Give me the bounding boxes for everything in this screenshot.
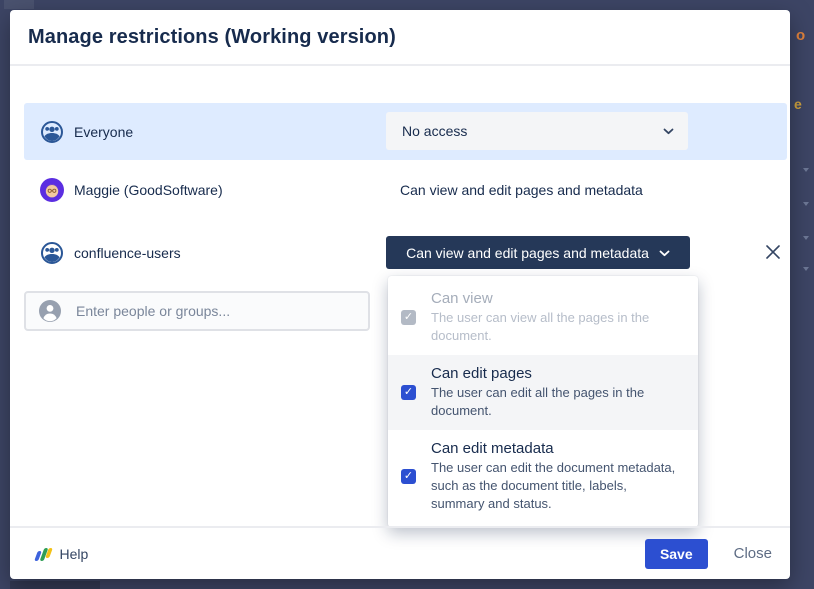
close-icon (764, 243, 782, 264)
add-people-field (24, 291, 370, 331)
restriction-subject-name: Maggie (GoodSoftware) (74, 182, 223, 198)
dialog-footer: Help Save Close (10, 526, 790, 579)
user-avatar (40, 178, 64, 202)
restriction-row-confluence-users: confluence-users Can view and edit pages… (24, 225, 787, 280)
group-icon (40, 241, 64, 265)
background-chevron-fragment (803, 267, 809, 271)
background-tab-remnant (4, 0, 34, 9)
access-select-value: Can view and edit pages and metadata (406, 245, 649, 261)
restriction-row-maggie: Maggie (GoodSoftware) Can view and edit … (24, 166, 787, 214)
access-select-confluence-users[interactable]: Can view and edit pages and metadata (386, 236, 690, 269)
restriction-row-everyone: Everyone No access (24, 103, 787, 160)
menu-item-can-edit-metadata[interactable]: Can edit metadata The user can edit the … (388, 430, 698, 523)
access-select-everyone[interactable]: No access (386, 112, 688, 150)
save-button[interactable]: Save (645, 539, 708, 569)
restriction-subject-name: confluence-users (74, 245, 181, 261)
checkbox-checked-icon[interactable] (401, 385, 416, 400)
background-text-fragment: o (796, 27, 805, 44)
help-label: Help (60, 546, 89, 562)
menu-item-can-edit-pages[interactable]: Can edit pages The user can edit all the… (388, 355, 698, 430)
background-text-fragment: e (794, 96, 802, 112)
chevron-down-icon (663, 122, 674, 140)
person-icon (38, 299, 62, 323)
checkbox-checked-icon[interactable] (401, 469, 416, 484)
close-button[interactable]: Close (734, 545, 772, 562)
footer-actions: Save Close (645, 539, 772, 569)
access-level-text: Can view and edit pages and metadata (400, 182, 643, 198)
group-icon (40, 120, 64, 144)
people-search-input[interactable] (74, 302, 358, 320)
menu-item-title: Can view (431, 290, 681, 307)
menu-item-description: The user can view all the pages in the d… (431, 309, 681, 345)
menu-item-title: Can edit metadata (431, 440, 681, 457)
background-chevron-fragment (803, 236, 809, 240)
checkbox-checked-icon (401, 310, 416, 325)
menu-item-description: The user can edit all the pages in the d… (431, 384, 681, 420)
permissions-dropdown-menu: Can view The user can view all the pages… (388, 276, 698, 527)
access-select-value: No access (402, 123, 467, 139)
background-bottom-remnant (10, 581, 100, 589)
restriction-subject-name: Everyone (74, 124, 133, 140)
menu-item-can-view: Can view The user can view all the pages… (388, 280, 698, 355)
help-button[interactable]: Help (36, 546, 88, 562)
dialog-header: Manage restrictions (Working version) (10, 10, 790, 66)
chevron-down-icon (659, 244, 670, 262)
menu-item-title: Can edit pages (431, 365, 681, 382)
help-logo-icon (36, 547, 51, 561)
dialog-title: Manage restrictions (Working version) (28, 26, 396, 49)
manage-restrictions-dialog: Manage restrictions (Working version) Ev… (10, 10, 790, 579)
background-chevron-fragment (803, 202, 809, 206)
menu-item-description: The user can edit the document metadata,… (431, 459, 681, 513)
background-chevron-fragment (803, 168, 809, 172)
remove-restriction-button[interactable] (760, 240, 786, 266)
